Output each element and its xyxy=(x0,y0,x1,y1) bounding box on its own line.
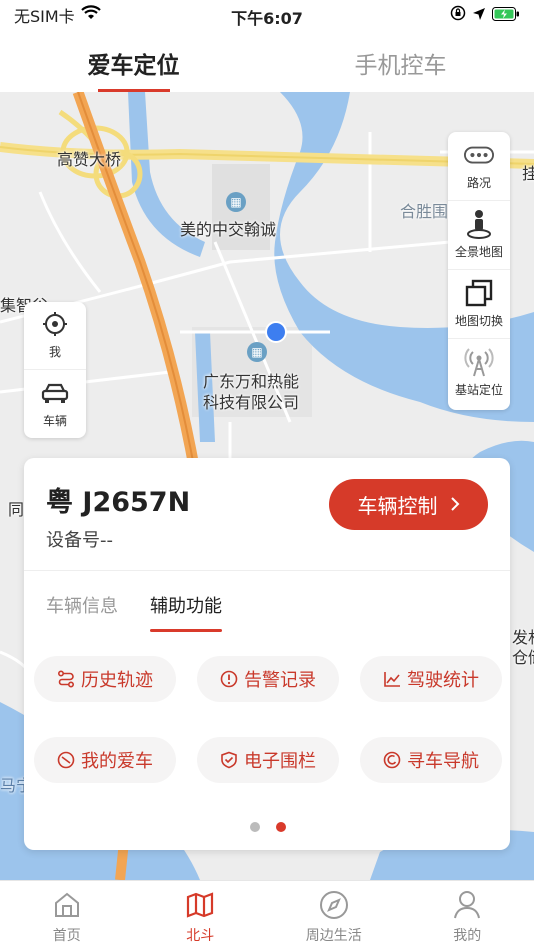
history-track-button[interactable]: 历史轨迹 xyxy=(34,656,176,702)
top-tabs: 爱车定位 手机控车 xyxy=(0,30,534,92)
layer-switch-button[interactable]: 地图切换 xyxy=(448,270,510,339)
panorama-label: 全景地图 xyxy=(454,244,503,259)
plate-number: 粤 J2657N xyxy=(46,487,191,518)
map-label-poi2b: 科技有限公司 xyxy=(203,393,300,412)
nav-nearby-label: 周边生活 xyxy=(305,928,362,944)
nav-home[interactable]: 首页 xyxy=(0,881,134,950)
nav-home-label: 首页 xyxy=(52,928,81,944)
nav-mine[interactable]: 我的 xyxy=(401,881,534,950)
map-label-edge-left: 同 xyxy=(8,500,25,519)
layers-icon xyxy=(464,279,494,306)
find-car-nav-label: 寻车导航 xyxy=(407,751,479,772)
card-divider xyxy=(24,570,510,571)
page-indicator xyxy=(250,822,286,832)
base-station-label: 基站定位 xyxy=(454,383,503,397)
nav-beidou-label: 北斗 xyxy=(186,928,215,944)
home-icon xyxy=(52,889,82,921)
alarm-record-button[interactable]: 告警记录 xyxy=(197,656,339,702)
history-track-label: 历史轨迹 xyxy=(81,670,153,691)
status-time: 下午6:07 xyxy=(231,9,303,28)
tab-vehicle-info[interactable]: 车辆信息 xyxy=(46,592,118,632)
map-icon xyxy=(185,889,215,921)
locate-me-label: 我 xyxy=(48,345,61,359)
map-controls-left: 我 车辆 xyxy=(24,302,86,438)
map-controls-right: 路况 全景地图 地图切换 基站定位 xyxy=(448,132,510,410)
map-label-poi1: 美的中交翰诚 xyxy=(180,220,277,239)
route-icon xyxy=(57,670,75,688)
driving-stats-label: 驾驶统计 xyxy=(407,670,479,691)
driving-stats-button[interactable]: 驾驶统计 xyxy=(360,656,502,702)
compass-icon xyxy=(319,889,349,921)
traffic-button[interactable]: 路况 xyxy=(448,132,510,201)
tab-assist-functions[interactable]: 辅助功能 xyxy=(150,592,222,632)
base-station-button[interactable]: 基站定位 xyxy=(448,339,510,408)
device-number: 设备号-- xyxy=(46,530,113,551)
traffic-icon xyxy=(464,142,494,168)
vehicle-card: 粤 J2657N 设备号-- 车辆控制 车辆信息 辅助功能 历史轨迹 告警记录 xyxy=(24,458,510,850)
map-label-area1: 合胜围 xyxy=(400,202,449,221)
locate-vehicle-label: 车辆 xyxy=(42,413,67,428)
find-car-nav-button[interactable]: 寻车导航 xyxy=(360,737,502,783)
geo-fence-button[interactable]: 电子围栏 xyxy=(197,737,339,783)
vehicle-control-label: 车辆控制 xyxy=(357,494,438,518)
my-car-button[interactable]: 我的爱车 xyxy=(34,737,176,783)
status-bar: 无SIM卡 下午6:07 xyxy=(0,0,534,30)
vehicle-control-button[interactable]: 车辆控制 xyxy=(329,479,488,530)
geo-fence-label: 电子围栏 xyxy=(244,751,316,772)
chevron-right-icon xyxy=(450,493,460,517)
nav-mine-label: 我的 xyxy=(453,928,482,944)
panorama-icon xyxy=(464,209,494,239)
sub-tabs: 车辆信息 辅助功能 xyxy=(46,592,222,632)
stats-icon xyxy=(383,670,401,688)
nav-nearby[interactable]: 周边生活 xyxy=(267,881,401,950)
alarm-record-label: 告警记录 xyxy=(244,670,316,691)
nav-beidou[interactable]: 北斗 xyxy=(134,881,268,950)
poi-factory-icon: ▦ xyxy=(247,342,267,362)
page-dot-2[interactable] xyxy=(276,822,286,832)
panorama-button[interactable]: 全景地图 xyxy=(448,201,510,270)
car-badge-icon xyxy=(57,751,75,769)
map-label-bridge: 高赞大桥 xyxy=(57,150,122,169)
my-car-label: 我的爱车 xyxy=(81,751,153,772)
map-label-edge-right2b: 仓储 xyxy=(512,648,534,667)
tab-car-location[interactable]: 爱车定位 xyxy=(0,30,267,92)
locate-vehicle-button[interactable]: 车辆 xyxy=(24,370,86,438)
car-icon xyxy=(40,380,70,406)
alert-icon xyxy=(220,670,238,688)
user-icon xyxy=(452,889,482,921)
bottom-nav: 首页 北斗 周边生活 我的 xyxy=(0,880,534,950)
tab-phone-control[interactable]: 手机控车 xyxy=(267,30,534,92)
map-label-edge-right: 挂 xyxy=(522,164,534,183)
traffic-label: 路况 xyxy=(466,175,491,190)
page-dot-1[interactable] xyxy=(250,822,260,832)
layer-switch-label: 地图切换 xyxy=(454,313,503,328)
locate-icon xyxy=(40,311,70,337)
antenna-icon xyxy=(464,348,494,377)
feature-grid: 历史轨迹 告警记录 驾驶统计 我的爱车 电子围栏 寻车导航 xyxy=(34,656,502,783)
poi-building-icon: ▦ xyxy=(226,192,246,212)
navigate-icon xyxy=(383,751,401,769)
locate-me-button[interactable]: 我 xyxy=(24,302,86,370)
fence-icon xyxy=(220,751,238,769)
